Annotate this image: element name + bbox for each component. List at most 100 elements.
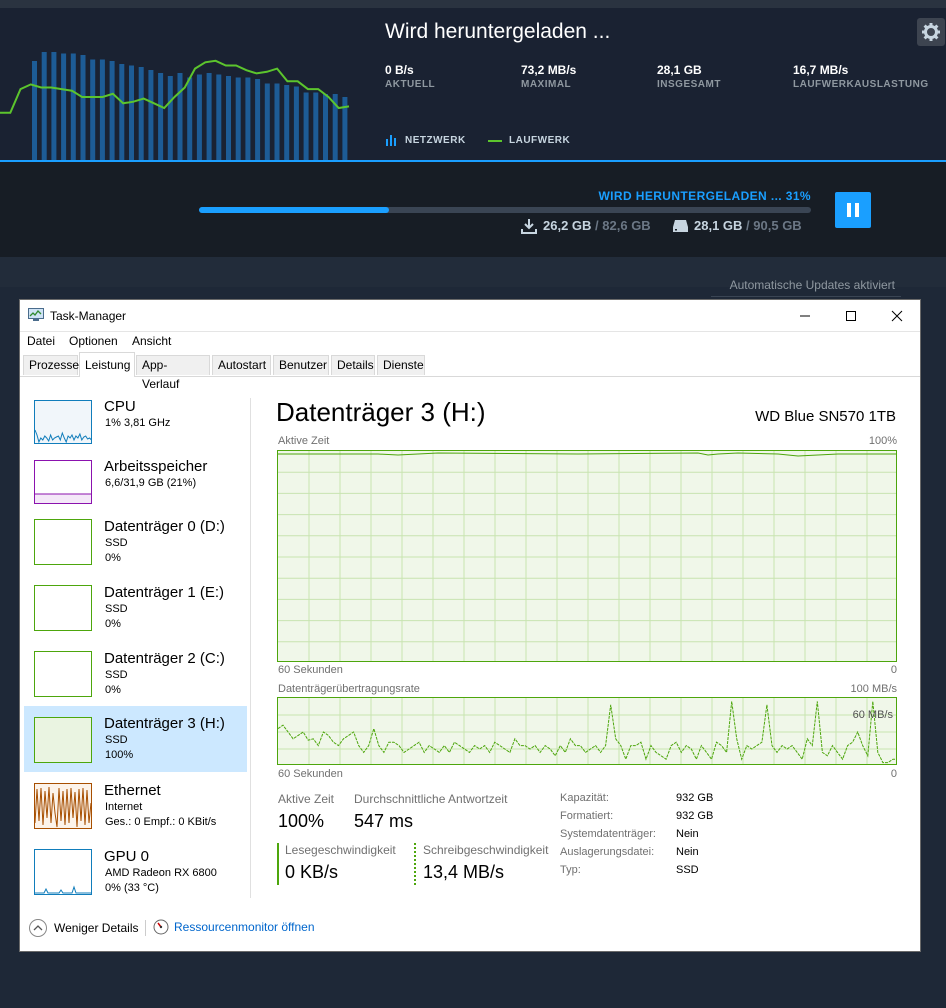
network-bar bbox=[293, 86, 299, 160]
menu-file[interactable]: Datei bbox=[27, 334, 55, 348]
thumb-frame bbox=[34, 400, 92, 444]
prop-pagefile-value: Nein bbox=[676, 846, 699, 858]
resource-gpu[interactable]: GPU 0 AMD Radeon RX 6800 0% (33 °C) bbox=[24, 843, 247, 909]
network-bar bbox=[274, 83, 280, 160]
tab-performance[interactable]: Leistung bbox=[79, 352, 135, 377]
stat-max-label: MAXIMAL bbox=[521, 79, 572, 90]
download-total: 82,6 GB bbox=[602, 218, 651, 233]
disk-total: 90,5 GB bbox=[753, 218, 802, 233]
memory-fill bbox=[35, 494, 91, 503]
resource-memory[interactable]: Arbeitsspeicher 6,6/31,9 GB (21%) bbox=[24, 453, 247, 519]
resource-disk-1[interactable]: Datenträger 1 (E:) SSD 0% bbox=[24, 579, 247, 645]
stat-max-value: 73,2 MB/s bbox=[521, 63, 577, 77]
fewer-details-button[interactable]: Weniger Details bbox=[28, 918, 138, 938]
prop-type-key: Typ: bbox=[560, 864, 581, 876]
network-bar bbox=[255, 79, 261, 160]
network-bar bbox=[61, 53, 67, 160]
disk-size: 28,1 GB / 90,5 GB bbox=[694, 218, 802, 233]
stat-total-value: 28,1 GB bbox=[657, 63, 702, 77]
graph1-label: Aktive Zeit bbox=[278, 435, 330, 447]
network-bar bbox=[148, 70, 154, 160]
network-bar bbox=[264, 83, 270, 160]
stat-current-value: 0 B/s bbox=[385, 63, 414, 77]
prop-system-disk-key: Systemdatenträger: bbox=[560, 828, 656, 840]
resource-ethernet[interactable]: Ethernet Internet Ges.: 0 Empf.: 0 KBit/… bbox=[24, 777, 247, 843]
menu-view[interactable]: Ansicht bbox=[132, 334, 171, 348]
resource-type: Internet bbox=[105, 801, 143, 813]
gpu-thumbnail bbox=[34, 849, 92, 895]
graph2-xmin: 0 bbox=[890, 768, 897, 780]
disk-written-value: 28,1 GB bbox=[694, 218, 743, 233]
response-time-label: Durchschnittliche Antwortzeit bbox=[354, 792, 508, 806]
network-legend: NETZWERK bbox=[405, 135, 466, 146]
cpu-thumbnail bbox=[34, 400, 92, 444]
write-indicator bbox=[414, 843, 416, 885]
tab-app-history[interactable]: App-Verlauf bbox=[136, 355, 210, 391]
resource-cpu[interactable]: CPU 1% 3,81 GHz bbox=[24, 393, 247, 459]
footer-divider bbox=[145, 920, 146, 936]
stat-total-label: INSGESAMT bbox=[657, 79, 721, 90]
maximize-button[interactable] bbox=[828, 300, 874, 331]
resource-type: AMD Radeon RX 6800 bbox=[105, 867, 217, 879]
tab-details[interactable]: Details bbox=[331, 355, 375, 375]
network-bar bbox=[129, 65, 134, 160]
tab-services[interactable]: Dienste bbox=[377, 355, 425, 375]
tab-processes[interactable]: Prozesse bbox=[23, 355, 79, 375]
resource-detail: 1% 3,81 GHz bbox=[105, 417, 171, 429]
active-time-value: 100% bbox=[278, 811, 325, 831]
resource-disk-2[interactable]: Datenträger 2 (C:) SSD 0% bbox=[24, 645, 247, 711]
tab-users[interactable]: Benutzer bbox=[273, 355, 329, 375]
response-time-value: 547 ms bbox=[354, 811, 414, 831]
resource-name: Ethernet bbox=[104, 782, 161, 799]
resource-usage: 0% (33 °C) bbox=[105, 882, 159, 894]
transfer-rate-graph bbox=[277, 697, 897, 765]
graph1-max: 100% bbox=[868, 435, 897, 447]
network-bar bbox=[70, 53, 76, 160]
network-bar bbox=[99, 59, 105, 160]
resource-disk-3[interactable]: Datenträger 3 (H:) SSD 100% bbox=[24, 706, 247, 772]
resource-type: SSD bbox=[105, 603, 128, 615]
minimize-button[interactable] bbox=[782, 300, 828, 331]
network-bar bbox=[119, 64, 125, 160]
settings-button[interactable] bbox=[917, 18, 945, 46]
network-bar bbox=[109, 61, 115, 160]
disk-2-thumbnail bbox=[34, 651, 92, 697]
downloaded-size: 26,2 GB / 82,6 GB bbox=[543, 218, 651, 233]
title-bar[interactable]: Task-Manager bbox=[20, 300, 920, 332]
disk-legend: LAUFWERK bbox=[509, 135, 571, 146]
network-bar bbox=[235, 77, 241, 160]
graph1-xlabel: 60 Sekunden bbox=[278, 664, 343, 676]
progress-fill bbox=[199, 207, 389, 213]
resource-detail: 6,6/31,9 GB (21%) bbox=[105, 477, 197, 489]
task-manager-icon bbox=[28, 308, 44, 321]
progress-label: WIRD HERUNTERGELADEN ... 31% bbox=[598, 189, 811, 203]
resource-usage: 0% bbox=[105, 618, 121, 630]
read-speed-value: 0 KB/s bbox=[285, 862, 339, 882]
network-bar bbox=[313, 92, 319, 160]
resource-disk-0[interactable]: Datenträger 0 (D:) SSD 0% bbox=[24, 513, 247, 579]
tab-startup[interactable]: Autostart bbox=[212, 355, 271, 375]
resource-usage: 0% bbox=[105, 552, 121, 564]
write-speed-label: Schreibgeschwindigkeit bbox=[423, 843, 549, 857]
disk-1-thumbnail bbox=[34, 585, 92, 631]
close-icon bbox=[891, 310, 903, 321]
network-bar bbox=[138, 67, 144, 160]
network-bar bbox=[216, 74, 222, 160]
active-time-label: Aktive Zeit bbox=[278, 792, 335, 806]
close-button[interactable] bbox=[874, 300, 920, 331]
graph1-grid bbox=[278, 451, 896, 661]
menu-options[interactable]: Optionen bbox=[69, 334, 118, 348]
graph2-xlabel: 60 Sekunden bbox=[278, 768, 343, 780]
prop-system-disk-value: Nein bbox=[676, 828, 699, 840]
network-legend-icon bbox=[386, 135, 396, 146]
prop-formatted-value: 932 GB bbox=[676, 810, 714, 822]
fewer-details-label: Weniger Details bbox=[54, 921, 139, 935]
prop-type-value: SSD bbox=[676, 864, 699, 876]
resource-usage: Ges.: 0 Empf.: 0 KBit/s bbox=[105, 816, 217, 828]
window-title: Task-Manager bbox=[50, 309, 127, 323]
network-bar bbox=[226, 76, 231, 160]
resource-monitor-link[interactable]: Ressourcenmonitor öffnen bbox=[153, 919, 315, 935]
pause-button[interactable] bbox=[835, 192, 871, 228]
read-indicator bbox=[277, 843, 279, 885]
download-title: Wird heruntergeladen ... bbox=[385, 20, 611, 43]
